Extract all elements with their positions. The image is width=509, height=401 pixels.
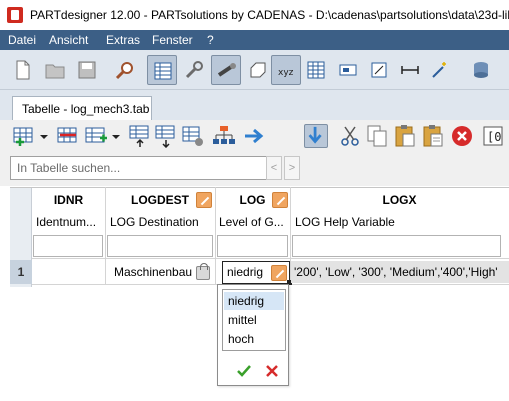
filter-input-logx[interactable] bbox=[292, 235, 501, 257]
filter-input-logdest[interactable] bbox=[107, 235, 213, 257]
dropdown-arrow-icon[interactable] bbox=[38, 124, 50, 148]
wrench-icon[interactable] bbox=[179, 55, 209, 85]
svg-text:xyz: xyz bbox=[278, 68, 294, 78]
option-niedrig[interactable]: niedrig bbox=[224, 292, 284, 310]
tab-label: Tabelle - log_mech3.tab bbox=[22, 102, 150, 116]
menu-extras[interactable]: Extras bbox=[106, 33, 140, 47]
xyz-axis-icon[interactable]: xyz bbox=[271, 55, 301, 85]
delete-row-icon[interactable] bbox=[56, 124, 80, 148]
variable-box-icon[interactable] bbox=[333, 55, 363, 85]
cell-log-value: niedrig bbox=[227, 265, 264, 279]
cell-logdest[interactable]: Maschinenbau bbox=[114, 261, 194, 283]
menu-ansicht[interactable]: Ansicht bbox=[49, 33, 88, 47]
paste-special-icon[interactable] bbox=[421, 124, 445, 148]
insert-row-icon[interactable] bbox=[12, 124, 36, 148]
search-prev-button[interactable]: < bbox=[266, 156, 282, 180]
dropdown-arrow-icon[interactable] bbox=[110, 124, 122, 148]
table-view-icon[interactable] bbox=[147, 55, 177, 85]
lock-icon bbox=[196, 263, 210, 280]
window-title: PARTdesigner 12.00 - PARTsolutions by CA… bbox=[30, 8, 509, 22]
cell-idnr[interactable] bbox=[33, 261, 105, 283]
filter-input-log[interactable] bbox=[217, 235, 288, 257]
delete-icon[interactable] bbox=[450, 124, 474, 148]
column-description-logx: LOG Help Variable bbox=[295, 215, 395, 229]
move-up-table-icon[interactable] bbox=[128, 124, 152, 148]
filter-input-idnr[interactable] bbox=[33, 235, 103, 257]
hierarchy-icon[interactable] bbox=[212, 124, 236, 148]
dimension-icon[interactable] bbox=[395, 55, 425, 85]
pencil-edit-icon[interactable] bbox=[271, 265, 287, 281]
title-bar: PARTdesigner 12.00 - PARTsolutions by CA… bbox=[0, 0, 509, 30]
save-disk-icon[interactable] bbox=[72, 55, 102, 85]
open-folder-icon[interactable] bbox=[40, 55, 70, 85]
column-header-idnr[interactable]: IDNR bbox=[32, 189, 105, 213]
column-header-logx[interactable]: LOGX bbox=[290, 189, 509, 213]
confirm-check-icon[interactable] bbox=[236, 363, 252, 379]
arrow-down-icon[interactable] bbox=[304, 124, 328, 148]
column-description-log: Level of G... bbox=[219, 215, 284, 229]
tab-log-mech3[interactable]: Tabelle - log_mech3.tab bbox=[12, 96, 152, 120]
cell-log-editor[interactable]: niedrig bbox=[222, 261, 290, 284]
column-settings-icon[interactable] bbox=[181, 124, 205, 148]
magic-wand-icon[interactable] bbox=[425, 55, 455, 85]
option-hoch[interactable]: hoch bbox=[224, 330, 284, 348]
table-search-input[interactable] bbox=[10, 156, 276, 180]
menu-help[interactable]: ? bbox=[207, 33, 214, 47]
spreadsheet-icon[interactable] bbox=[301, 55, 331, 85]
part-shape-icon[interactable] bbox=[243, 55, 273, 85]
cancel-x-icon[interactable] bbox=[264, 363, 280, 379]
copy-icon[interactable] bbox=[365, 124, 389, 148]
option-mittel[interactable]: mittel bbox=[224, 311, 284, 329]
value-list: niedrig mittel hoch bbox=[222, 289, 286, 351]
search-next-button[interactable]: > bbox=[284, 156, 300, 180]
new-file-icon[interactable] bbox=[8, 55, 38, 85]
column-description-idnr: Identnum... bbox=[36, 215, 97, 229]
arrow-right-icon[interactable] bbox=[242, 124, 266, 148]
cell-logx[interactable]: '200', 'Low', '300', 'Medium','400','Hig… bbox=[291, 261, 509, 283]
menu-fenster[interactable]: Fenster bbox=[152, 33, 193, 47]
paste-icon[interactable] bbox=[393, 124, 417, 148]
svg-text:[0: [0 bbox=[487, 130, 501, 144]
pencil-edit-icon[interactable] bbox=[196, 192, 212, 208]
table-toolbar: [0 bbox=[0, 120, 509, 152]
bracket-icon[interactable]: [0 bbox=[481, 124, 503, 148]
move-down-table-icon[interactable] bbox=[154, 124, 178, 149]
scissors-icon[interactable] bbox=[338, 124, 362, 148]
resize-box-icon[interactable] bbox=[364, 55, 394, 85]
bolt-tool-icon[interactable] bbox=[211, 55, 241, 85]
row-number[interactable]: 1 bbox=[10, 260, 32, 284]
add-row-icon[interactable] bbox=[84, 124, 108, 148]
database-icon[interactable] bbox=[466, 55, 496, 85]
menu-datei[interactable]: Datei bbox=[8, 33, 36, 47]
app-logo-icon bbox=[7, 7, 23, 23]
pencil-edit-icon[interactable] bbox=[272, 192, 288, 208]
magnifier-icon[interactable] bbox=[110, 55, 140, 85]
main-toolbar: xyz bbox=[0, 50, 509, 90]
menu-bar: Datei Ansicht Extras Fenster ? bbox=[0, 30, 509, 50]
column-description-logdest: LOG Destination bbox=[110, 215, 199, 229]
